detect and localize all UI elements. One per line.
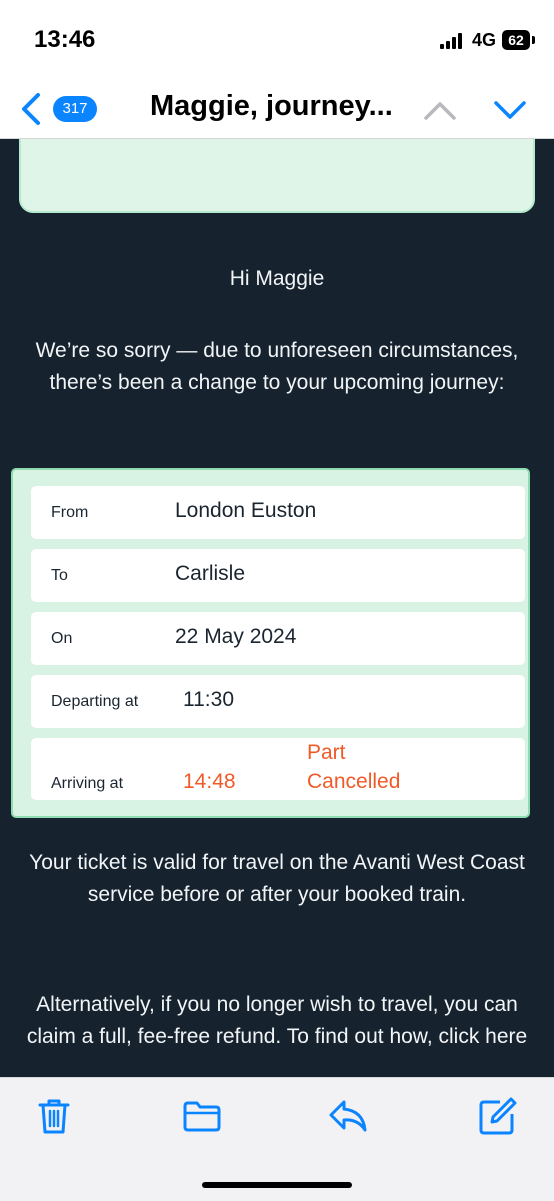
intro-text: We’re so sorry — due to unforeseen circu… (35, 339, 519, 394)
status-line-1: Part (307, 741, 346, 764)
reply-icon[interactable] (328, 1096, 368, 1136)
journey-row-to: To Carlisle (31, 549, 525, 602)
refund-text: Alternatively, if you no longer wish to … (26, 993, 528, 1048)
to-value: Carlisle (175, 562, 246, 585)
journey-row-arriving: Arriving at 14:48 Part Cancelled (31, 738, 525, 800)
from-value: London Euston (175, 499, 317, 522)
email-banner (19, 139, 535, 213)
greeting-text: Hi Maggie (229, 267, 325, 290)
journey-row-departing: Departing at 11:30 (31, 675, 525, 728)
journey-row-from: From London Euston (31, 486, 525, 539)
journey-row-on: On 22 May 2024 (31, 612, 525, 665)
compose-icon[interactable] (478, 1096, 518, 1136)
departing-value: 11:30 (183, 688, 234, 711)
signal-icon (440, 33, 462, 49)
message-title: Maggie, journey... (150, 90, 393, 122)
journey-details-table: From London Euston To Carlisle On 22 May… (11, 468, 530, 818)
status-bar: 13:46 4G 62 (0, 0, 554, 82)
on-value: 22 May 2024 (175, 625, 297, 648)
battery-icon: 62 (502, 30, 530, 50)
network-type: 4G (472, 30, 497, 50)
back-chevron-icon[interactable] (12, 89, 52, 129)
validity-text: Your ticket is valid for travel on the A… (29, 851, 525, 906)
part-cancelled-status: Part Cancelled (307, 738, 400, 796)
departing-label: Departing at (51, 693, 139, 710)
arriving-value: 14:48 (183, 770, 236, 793)
unread-count-badge[interactable]: 317 (53, 96, 97, 122)
from-label: From (51, 504, 89, 521)
email-body: Hi Maggie We’re so sorry — due to unfore… (0, 139, 554, 1077)
on-label: On (51, 630, 73, 647)
arriving-label: Arriving at (51, 775, 124, 792)
chevron-up-icon[interactable] (420, 90, 460, 130)
home-indicator[interactable] (202, 1182, 352, 1188)
trash-icon[interactable] (34, 1096, 74, 1136)
battery-cap (532, 36, 535, 44)
status-line-2: Cancelled (307, 770, 401, 793)
folder-icon[interactable] (182, 1096, 222, 1136)
chevron-down-icon[interactable] (490, 90, 530, 130)
to-label: To (51, 567, 68, 584)
status-time: 13:46 (34, 26, 96, 53)
mail-nav-bar: 317 Maggie, journey... (0, 82, 554, 139)
